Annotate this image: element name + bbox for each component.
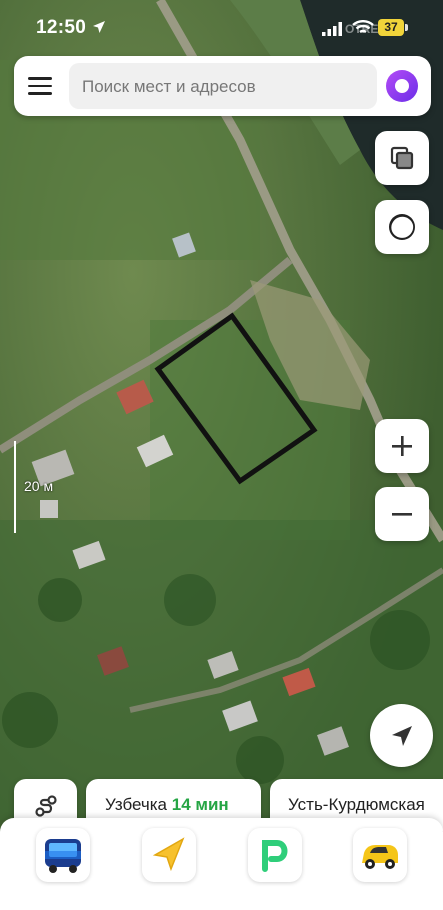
parking-icon xyxy=(262,840,288,872)
tab-transit[interactable] xyxy=(36,828,90,882)
tab-parking[interactable] xyxy=(248,828,302,882)
minus-icon xyxy=(392,513,412,516)
layers-button[interactable] xyxy=(375,131,429,185)
quick-route-duration: 14 мин xyxy=(171,795,229,814)
battery-tip xyxy=(405,24,408,31)
hamburger-menu-icon[interactable] xyxy=(28,74,52,98)
cellular-signal-icon xyxy=(322,22,342,36)
bottom-tab-bar xyxy=(0,818,443,910)
quick-route-name: Усть-Курдюмская xyxy=(288,795,425,814)
search-card: Поиск мест и адресов xyxy=(14,56,431,116)
map-scale-bar xyxy=(14,441,16,533)
map-scale-label: 20 м xyxy=(24,478,54,494)
status-bar: 12:50 37 xyxy=(0,0,443,50)
bus-icon xyxy=(45,839,81,873)
orientation-button[interactable] xyxy=(375,200,429,254)
taxi-icon xyxy=(362,845,398,869)
alice-voice-assistant-icon[interactable] xyxy=(386,70,418,102)
zoom-in-button[interactable] xyxy=(375,419,429,473)
search-placeholder: Поиск мест и адресов xyxy=(82,77,256,96)
tab-navigator[interactable] xyxy=(142,828,196,882)
tab-taxi[interactable] xyxy=(353,828,407,882)
battery-indicator: 37 xyxy=(378,19,404,36)
plus-icon xyxy=(392,436,412,456)
location-services-icon xyxy=(93,21,105,33)
navigator-icon xyxy=(152,837,185,872)
zoom-out-button[interactable] xyxy=(375,487,429,541)
search-input[interactable]: Поиск мест и адресов xyxy=(69,63,377,109)
location-arrow-icon xyxy=(391,725,412,746)
wifi-icon xyxy=(352,20,374,34)
orientation-icon xyxy=(389,214,415,240)
routes-icon xyxy=(35,795,57,817)
layers-icon xyxy=(390,146,414,170)
quick-route-name: Узбечка xyxy=(105,795,168,814)
status-time: 12:50 xyxy=(36,17,87,38)
locate-me-button[interactable] xyxy=(370,704,433,767)
